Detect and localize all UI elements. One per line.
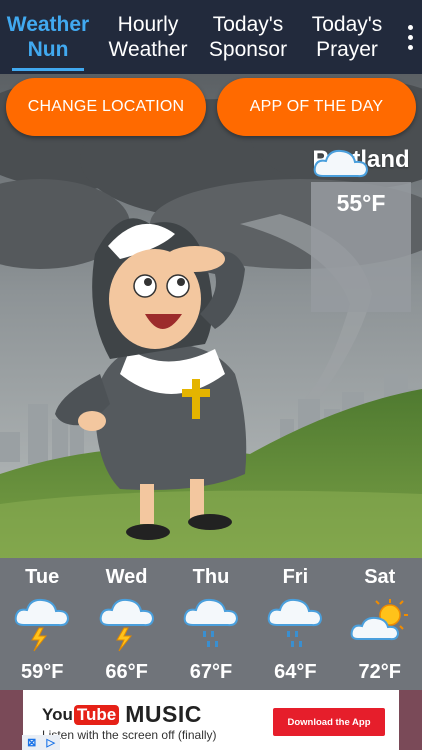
day-temperature: 72°F — [358, 661, 401, 683]
day-name: Tue — [25, 566, 60, 588]
tab-label-line2: Nun — [27, 38, 69, 61]
top-tab-bar: Weather Nun Hourly Weather Today's Spons… — [0, 0, 422, 74]
rain-icon — [183, 598, 238, 647]
tab-label-line2: Prayer — [316, 38, 378, 61]
app-of-the-day-button[interactable]: APP OF THE DAY — [217, 78, 416, 136]
ad-banner[interactable]: You Tube MUSIC Listen with the screen of… — [0, 690, 422, 750]
day-temperature: 64°F — [274, 661, 317, 683]
logo-tube: Tube — [73, 704, 120, 725]
current-conditions: Portland 55°F — [311, 146, 411, 312]
more-vert-icon[interactable] — [398, 0, 422, 74]
forecast-day: Wed 66°F — [84, 558, 168, 690]
cloudy-icon — [313, 149, 369, 178]
thunderstorm-icon — [14, 598, 70, 652]
tab-label-line2: Weather — [108, 38, 188, 61]
forecast-day: Thu 67°F — [169, 558, 253, 690]
forecast-day: Sat 72°F — [338, 558, 422, 690]
partly-sunny-icon — [350, 599, 408, 641]
forecast-day: Tue 59°F — [0, 558, 84, 690]
tab-todays-prayer[interactable]: Today's Prayer — [296, 0, 398, 74]
current-weather-card: 55°F — [311, 149, 411, 312]
ad-card[interactable]: You Tube MUSIC Listen with the screen of… — [23, 690, 399, 750]
tab-label-line1: Weather — [6, 13, 90, 36]
forecast-day: Fri 64°F — [253, 558, 337, 690]
tab-hourly-weather[interactable]: Hourly Weather — [96, 0, 200, 74]
rain-icon — [268, 598, 323, 647]
current-temperature: 55°F — [336, 190, 386, 216]
tab-todays-sponsor[interactable]: Today's Sponsor — [200, 0, 296, 74]
youtube-music-logo: You Tube MUSIC — [42, 701, 202, 728]
download-app-button[interactable]: Download the App — [273, 708, 385, 736]
ad-tagline: Listen with the screen off (finally) — [42, 728, 217, 742]
day-name: Sat — [364, 566, 396, 588]
weather-scene: CHANGE LOCATION APP OF THE DAY Portland … — [0, 74, 422, 558]
logo-music: MUSIC — [125, 701, 202, 727]
thunderstorm-icon — [99, 598, 154, 652]
change-location-button[interactable]: CHANGE LOCATION — [6, 78, 206, 136]
day-temperature: 59°F — [20, 661, 64, 683]
adchoices-icon[interactable]: ⊠ ▷ — [22, 735, 60, 750]
tab-label-line1: Hourly — [117, 13, 179, 36]
day-temperature: 66°F — [105, 661, 148, 683]
tab-label-line1: Today's — [212, 13, 284, 36]
day-name: Thu — [192, 566, 230, 588]
day-name: Wed — [105, 566, 148, 588]
day-name: Fri — [282, 566, 309, 588]
forecast-strip: Tue 59°F Wed 66°F Thu 67°F Fri 64°F Sat … — [0, 558, 422, 690]
day-temperature: 67°F — [189, 661, 233, 683]
tab-weather-nun[interactable]: Weather Nun — [0, 0, 96, 74]
tab-label-line2: Sponsor — [208, 38, 288, 61]
tab-label-line1: Today's — [311, 13, 383, 36]
logo-you: You — [42, 704, 73, 724]
